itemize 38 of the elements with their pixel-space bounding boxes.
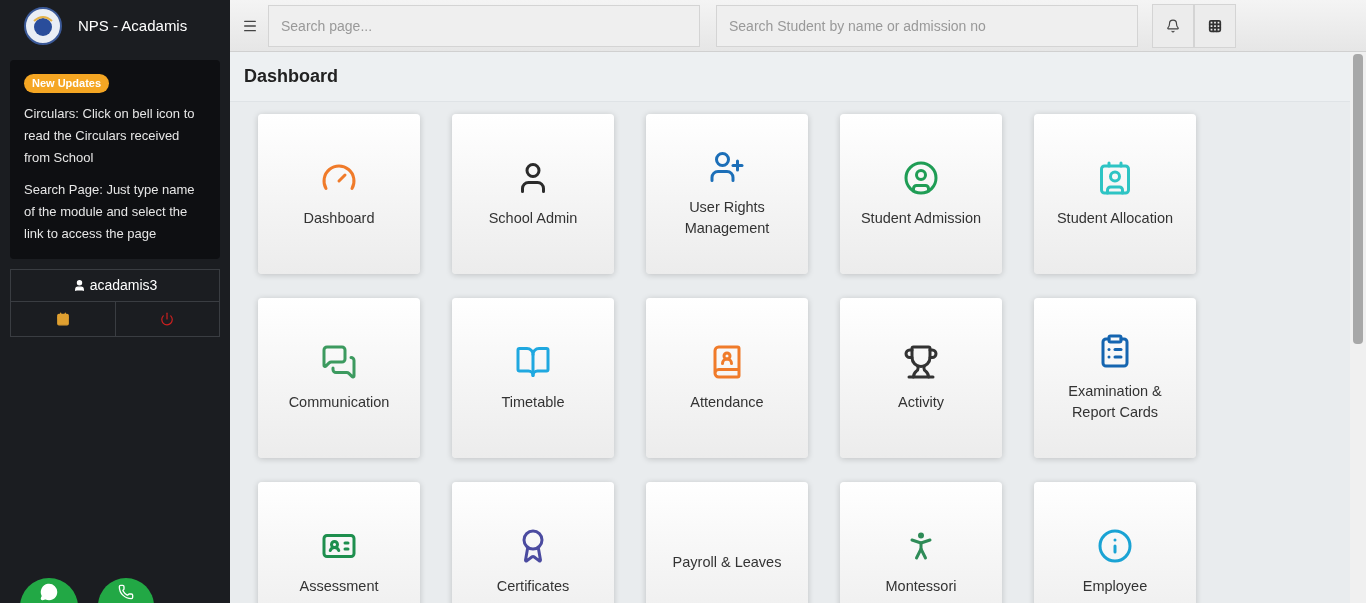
username-text: acadamis3 [89, 275, 158, 295]
add-user-icon [709, 149, 745, 185]
apps-grid-button[interactable] [1194, 3, 1236, 48]
info-icon [1097, 527, 1133, 564]
student-search-field[interactable]: Search Student by name or admission no [716, 4, 1138, 47]
module-tile[interactable]: Student Admission [840, 114, 1002, 274]
module-tile[interactable]: Payroll & Leaves [646, 482, 808, 603]
id-badge-icon [1097, 159, 1133, 196]
module-tile[interactable]: Attendance [646, 298, 808, 458]
grid-icon [1208, 18, 1222, 33]
module-tile[interactable]: Certificates [452, 482, 614, 603]
module-tile[interactable]: Examination & Report Cards [1034, 298, 1196, 458]
module-tile[interactable]: Communication [258, 298, 420, 458]
app-title: NPS - Acadamis [78, 15, 188, 36]
module-tile[interactable]: Montessori [840, 482, 1002, 603]
module-tile[interactable]: Assessment [258, 482, 420, 603]
chat-bubbles-icon [321, 343, 357, 380]
page-title: Dashboard [230, 52, 1350, 102]
module-tile[interactable]: Activity [840, 298, 1002, 458]
update-note: Circulars: Click on bell icon to read the Circulars received from School [24, 104, 196, 167]
school-logo-icon [24, 7, 62, 45]
calendar-icon [55, 311, 70, 326]
user-icon [72, 278, 86, 292]
power-icon [160, 311, 175, 326]
page-search-field[interactable]: Search page... [268, 4, 700, 47]
trophy-icon [903, 343, 939, 380]
phone-icon [118, 584, 134, 600]
module-tile[interactable]: Employee [1034, 482, 1196, 603]
module-tile[interactable]: Student Allocation [1034, 114, 1196, 274]
module-tile[interactable]: User Rights Management [646, 114, 808, 274]
update-note: Search Page: Just type name of the module and select the link to access the page [24, 180, 196, 243]
chat-icon [40, 583, 58, 601]
module-tile[interactable]: School Admin [452, 114, 614, 274]
module-tile[interactable]: Dashboard [258, 114, 420, 274]
bell-icon [1166, 18, 1180, 33]
new-updates-badge: New Updates [24, 74, 110, 93]
module-tile[interactable]: Timetable [452, 298, 614, 458]
user-circle-icon [903, 159, 939, 196]
